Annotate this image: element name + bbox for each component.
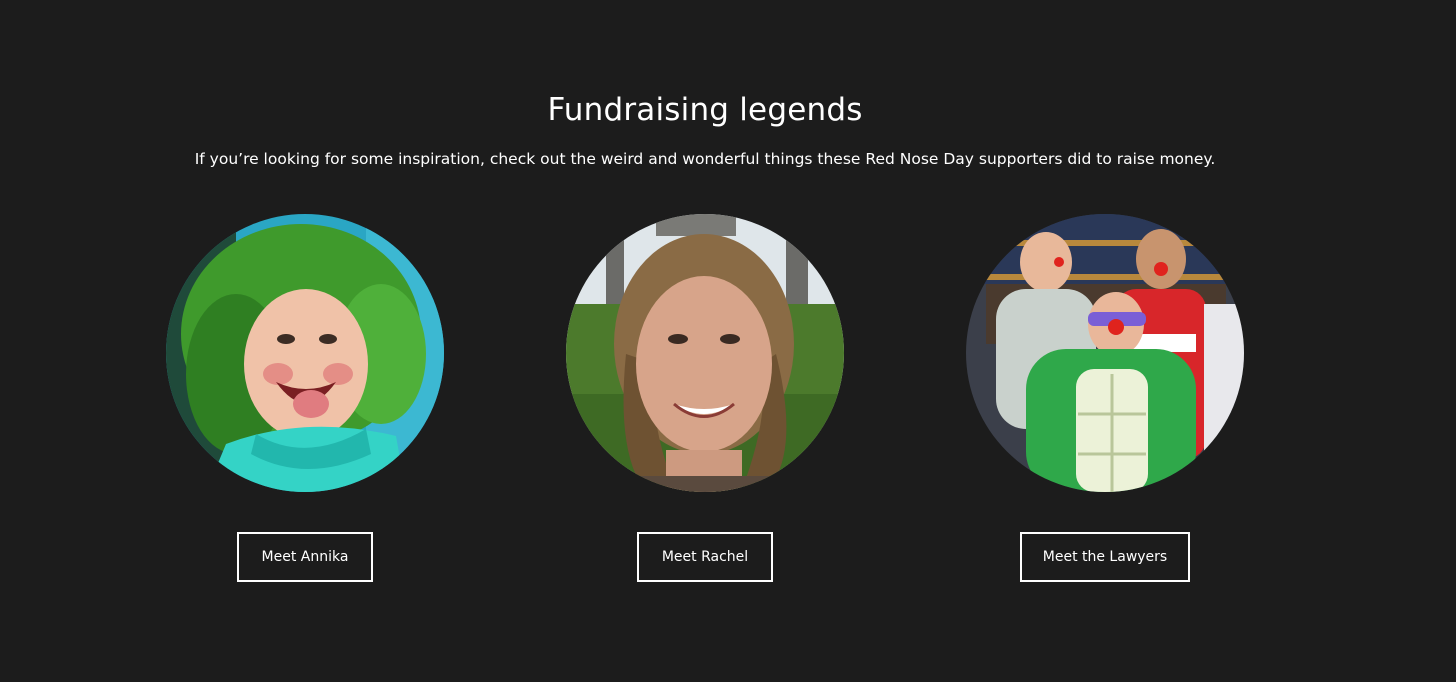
legend-card-annika: Meet Annika (105, 214, 505, 594)
section-subtitle: If you’re looking for some inspiration, … (194, 150, 1216, 168)
legend-card-rachel: Meet Rachel (505, 214, 905, 594)
meet-the-lawyers-button[interactable]: Meet the Lawyers (1020, 532, 1190, 582)
legend-card-lawyers: Meet the Lawyers (905, 214, 1305, 594)
section-title: Fundraising legends (547, 92, 863, 128)
meet-rachel-button[interactable]: Meet Rachel (637, 532, 773, 582)
lawyers-photo (966, 214, 1244, 492)
rachel-photo (566, 214, 844, 492)
meet-annika-button[interactable]: Meet Annika (237, 532, 373, 582)
fundraising-legends-section: Fundraising legends If you’re looking fo… (0, 0, 1456, 682)
annika-photo (166, 214, 444, 492)
